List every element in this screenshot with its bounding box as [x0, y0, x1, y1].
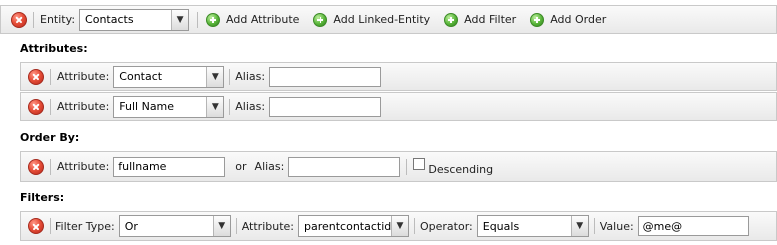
chevron-down-icon[interactable]: ▼	[212, 216, 230, 236]
add-plus-icon	[206, 12, 221, 27]
filter-type-label: Filter Type:	[55, 219, 115, 233]
alias-input[interactable]	[269, 66, 382, 87]
separator	[414, 218, 415, 234]
add-linked-entity-label: Add Linked-Entity	[333, 13, 431, 26]
separator	[50, 98, 51, 115]
filter-type-select-value: Or	[124, 219, 138, 233]
value-label: Value:	[599, 219, 634, 233]
order-attribute-input[interactable]: fullname	[113, 156, 226, 177]
add-linked-entity-button[interactable]: Add Linked-Entity	[313, 12, 431, 27]
separator	[593, 218, 595, 234]
delete-order-icon[interactable]	[28, 158, 44, 175]
order-by-heading: Order By:	[20, 131, 80, 144]
add-attribute-button[interactable]: Add Attribute	[206, 12, 300, 27]
separator	[229, 98, 231, 115]
delete-attribute-icon[interactable]	[28, 98, 44, 115]
attribute-select[interactable]: Contact ▼	[113, 65, 225, 88]
attribute-select[interactable]: Full Name ▼	[113, 95, 225, 118]
chevron-down-icon[interactable]: ▼	[171, 9, 189, 30]
or-label: or	[235, 160, 247, 173]
attribute-label: Attribute:	[57, 70, 110, 83]
delete-entity-icon[interactable]	[11, 11, 27, 28]
filter-attribute-label: Attribute:	[241, 219, 294, 233]
filter-attribute-select-value: parentcontactid	[304, 219, 391, 233]
order-alias-input[interactable]	[288, 156, 401, 177]
add-plus-icon	[444, 12, 459, 27]
separator	[50, 218, 51, 234]
separator	[50, 68, 51, 85]
add-attribute-label: Add Attribute	[226, 13, 300, 26]
add-plus-icon	[530, 12, 545, 27]
operator-select[interactable]: Equals ▼	[476, 215, 589, 237]
entity-toolbar: Entity: Contacts ▼ Add Attribute Add Lin…	[0, 5, 777, 34]
chevron-down-icon[interactable]: ▼	[570, 216, 588, 236]
separator	[406, 158, 408, 175]
filter-row: Filter Type: Or ▼ Attribute: parentconta…	[20, 211, 777, 241]
order-row: Attribute: fullname or Alias: Descending	[20, 151, 777, 182]
operator-label: Operator:	[420, 219, 473, 233]
filters-heading: Filters:	[20, 191, 65, 204]
operator-select-value: Equals	[482, 219, 520, 233]
add-filter-label: Add Filter	[464, 13, 517, 26]
attribute-select-value: Contact	[119, 70, 163, 83]
attribute-row: Attribute: Full Name ▼ Alias:	[20, 92, 777, 121]
entity-select-value: Contacts	[85, 13, 134, 26]
filter-value-input[interactable]: @me@	[637, 216, 749, 236]
order-attribute-label: Attribute:	[57, 160, 110, 173]
descending-label: Descending	[428, 163, 494, 176]
add-plus-icon	[313, 12, 328, 27]
attribute-select-value: Full Name	[119, 100, 175, 113]
alias-label: Alias:	[235, 100, 266, 113]
chevron-down-icon[interactable]: ▼	[206, 66, 224, 87]
add-order-label: Add Order	[550, 13, 607, 26]
separator	[50, 158, 51, 175]
separator	[229, 68, 231, 85]
filter-attribute-select[interactable]: parentcontactid ▼	[298, 215, 409, 237]
entity-select[interactable]: Contacts ▼	[79, 8, 190, 31]
delete-filter-icon[interactable]	[28, 218, 44, 234]
order-alias-label: Alias:	[254, 160, 285, 173]
separator	[33, 11, 34, 28]
add-order-button[interactable]: Add Order	[530, 12, 607, 27]
separator	[197, 11, 199, 28]
chevron-down-icon[interactable]: ▼	[391, 216, 408, 236]
attributes-heading: Attributes:	[20, 42, 88, 55]
separator	[235, 218, 237, 234]
alias-input[interactable]	[269, 96, 382, 117]
alias-label: Alias:	[235, 70, 266, 83]
attribute-label: Attribute:	[57, 100, 110, 113]
filter-type-select[interactable]: Or ▼	[118, 215, 231, 237]
descending-checkbox[interactable]	[413, 157, 426, 170]
attribute-row: Attribute: Contact ▼ Alias:	[20, 62, 777, 91]
add-filter-button[interactable]: Add Filter	[444, 12, 517, 27]
entity-label: Entity:	[40, 13, 76, 26]
delete-attribute-icon[interactable]	[28, 68, 44, 85]
chevron-down-icon[interactable]: ▼	[206, 96, 224, 117]
